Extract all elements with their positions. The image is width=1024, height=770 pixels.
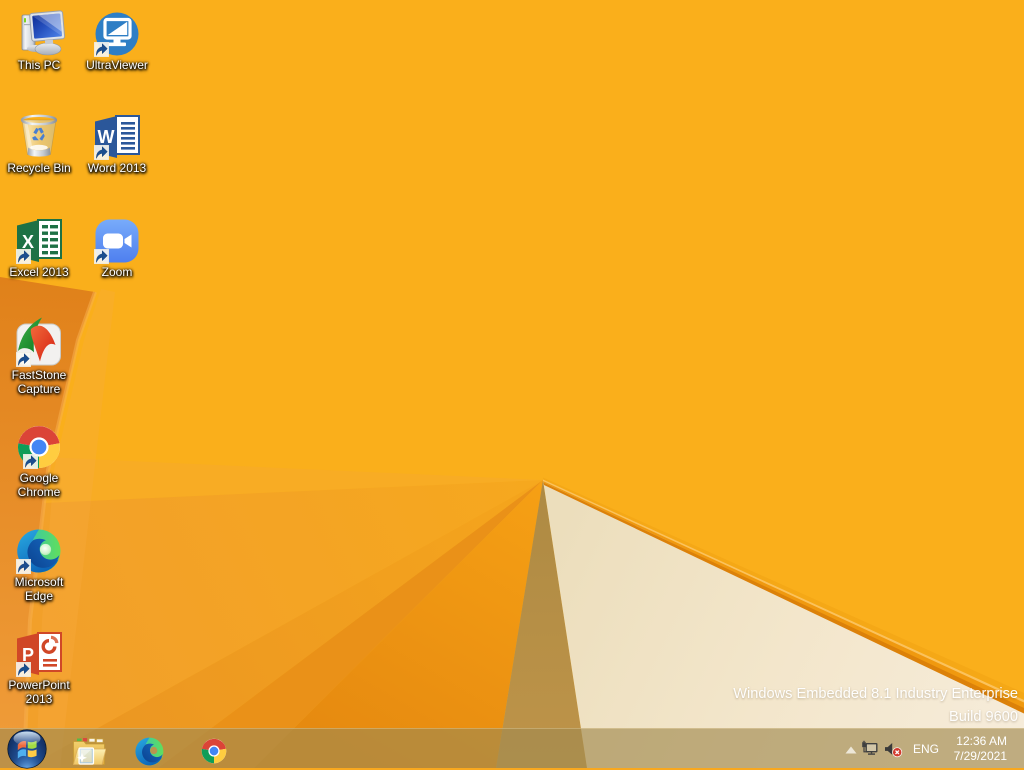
svg-text:W: W [98,127,115,147]
